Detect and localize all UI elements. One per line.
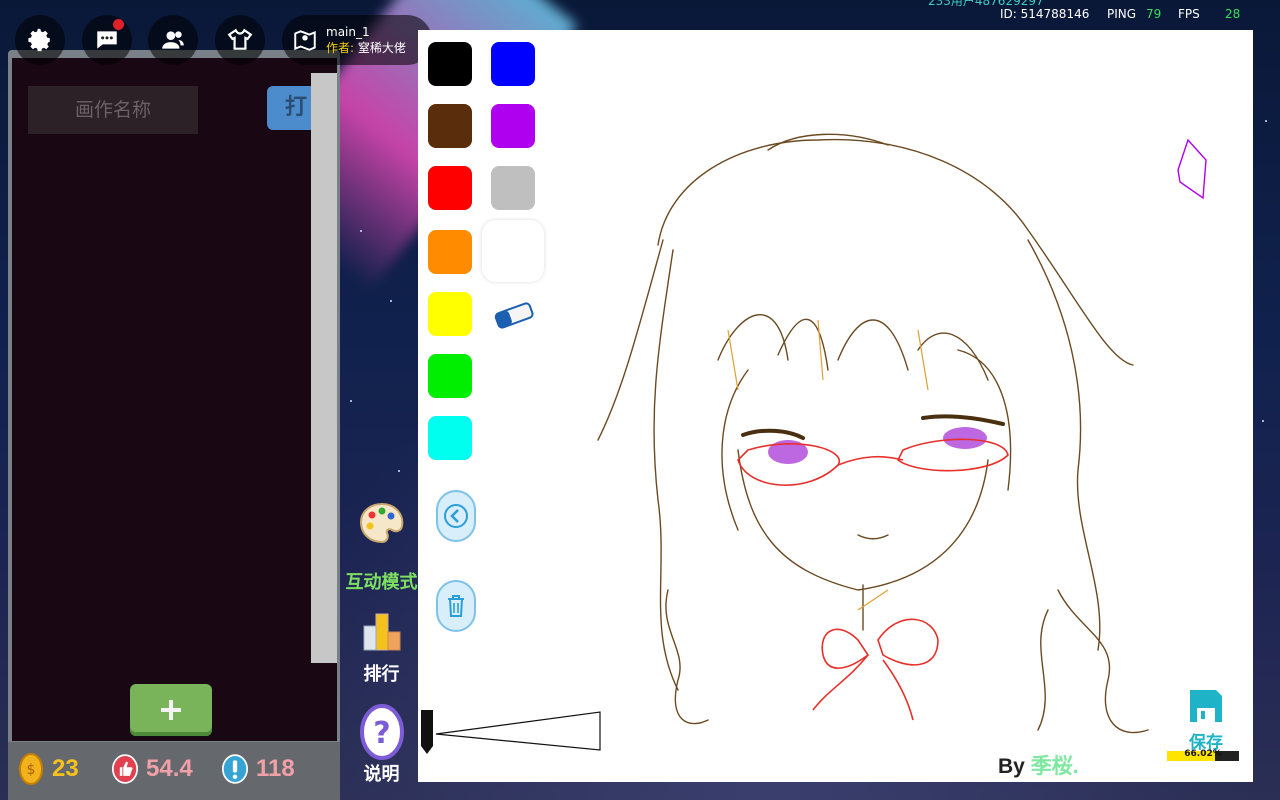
star <box>1265 120 1267 122</box>
star <box>360 230 362 232</box>
map-author-name: 窒稀大佬 <box>357 41 406 55</box>
eraser-button[interactable] <box>492 300 536 334</box>
map-name: main_1 <box>326 25 370 39</box>
outfit-button[interactable] <box>215 15 265 65</box>
undo-button[interactable] <box>436 490 476 542</box>
svg-text:?: ? <box>373 716 390 751</box>
ping-value: 79 <box>1146 7 1162 21</box>
progress-text: 66.02% <box>1184 749 1222 759</box>
color-swatch-yellow[interactable] <box>428 292 472 336</box>
star <box>390 300 392 302</box>
drawing-canvas[interactable] <box>418 30 1253 782</box>
artwork-signature: By 季桜. <box>998 755 1079 778</box>
artwork-name-input[interactable]: 画作名称 <box>28 86 198 134</box>
stats-bar: $ 23 54.4 118 <box>8 742 340 800</box>
color-swatch-purple[interactable] <box>491 104 535 148</box>
scrollbar[interactable] <box>311 73 337 663</box>
interact-mode-label: 互动模式 <box>345 572 418 593</box>
chat-button[interactable] <box>82 15 132 65</box>
chat-icon <box>97 31 117 49</box>
artwork-panel: 画作名称 打开 $ 23 54.4 118 <box>8 50 340 800</box>
save-progress-bar: 66.02% <box>1167 749 1239 761</box>
color-swatch-cyan[interactable] <box>428 416 472 460</box>
reports-value: 118 <box>256 755 295 782</box>
friends-icon <box>162 31 184 49</box>
shirt-icon <box>227 28 253 50</box>
color-swatch-green[interactable] <box>428 354 472 398</box>
friends-button[interactable] <box>148 15 198 65</box>
color-swatch-white-selected[interactable] <box>482 220 544 282</box>
brush-size-slider[interactable] <box>418 706 604 756</box>
chevron-left-icon <box>444 504 468 528</box>
reports-stat: 118 <box>222 752 295 786</box>
player-id: ID: 514788146 <box>1000 7 1090 21</box>
likes-value: 54.4 <box>146 755 193 782</box>
color-swatch-brown[interactable] <box>428 104 472 148</box>
color-swatch-black[interactable] <box>428 42 472 86</box>
eraser-icon <box>494 302 534 329</box>
palette-icon <box>359 502 403 544</box>
color-swatch-orange[interactable] <box>428 230 472 274</box>
notification-dot <box>113 19 124 30</box>
color-swatch-red[interactable] <box>428 166 472 210</box>
alert-icon <box>222 752 248 786</box>
help-icon: ? <box>359 704 404 760</box>
trash-icon <box>448 595 464 617</box>
color-swatch-gray[interactable] <box>491 166 535 210</box>
svg-text:$: $ <box>27 762 36 778</box>
fps-value: 28 <box>1225 7 1241 21</box>
settings-button[interactable] <box>15 15 65 65</box>
help-button[interactable]: ? 说明 <box>344 704 419 786</box>
network-hud: 233用户487629297 ID: 514788146 PING 79 FPS… <box>920 0 1260 28</box>
drawing-artwork <box>597 133 1207 734</box>
likes-stat: 54.4 <box>112 752 193 786</box>
map-author: 作者: 窒稀大佬 <box>326 41 406 55</box>
star <box>350 400 352 402</box>
ping-label: PING <box>1107 7 1137 21</box>
thumbs-up-icon <box>112 752 138 786</box>
rank-button[interactable]: 排行 <box>344 610 419 686</box>
rank-label: 排行 <box>363 664 400 685</box>
star <box>398 470 400 472</box>
fps-label: FPS <box>1178 7 1200 21</box>
coin-icon: $ <box>18 752 44 786</box>
slider-handle <box>421 710 433 754</box>
artwork-list[interactable]: 画作名称 打开 <box>12 58 337 741</box>
interact-mode-button[interactable]: 互动模式 <box>344 500 419 594</box>
floppy-disk-icon <box>1190 690 1222 722</box>
help-label: 说明 <box>363 764 400 785</box>
add-artwork-button[interactable] <box>130 684 212 736</box>
map-info[interactable]: main_1 作者: 窒稀大佬 <box>282 15 432 65</box>
map-text: main_1 作者: 窒稀大佬 <box>326 24 406 56</box>
brush-size-wedge <box>421 710 601 754</box>
coins-value: 23 <box>52 755 79 782</box>
star <box>1262 420 1264 422</box>
coins-stat: $ 23 <box>18 752 79 786</box>
podium-icon <box>363 613 400 651</box>
plus-icon <box>161 700 181 720</box>
color-swatch-blue[interactable] <box>491 42 535 86</box>
gear-icon <box>28 28 50 52</box>
artist-name: 季桜. <box>1030 755 1079 778</box>
map-pin-icon <box>294 30 316 51</box>
clear-canvas-button[interactable] <box>436 580 476 632</box>
